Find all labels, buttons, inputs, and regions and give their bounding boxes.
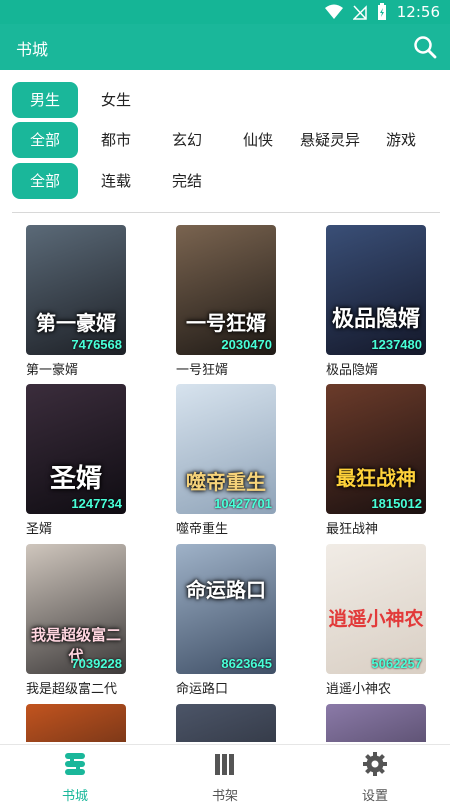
book-title: 最狂战神 [326, 522, 379, 537]
status-bar: 12:56 [0, 0, 450, 24]
book-card[interactable]: 命运路口 8623645 命运路口 [176, 544, 280, 697]
read-count: 2030470 [221, 337, 272, 352]
book-title: 我是超级富二代 [26, 682, 118, 697]
cover-title: 第一豪婿 [36, 311, 116, 335]
battery-charging-icon [377, 3, 386, 20]
filter-status-serial[interactable]: 连载 [101, 163, 131, 199]
book-cover[interactable]: 一号狂婿 2030470 [176, 225, 276, 355]
book-card[interactable]: 圣婿 1247734 圣婿 [26, 384, 130, 537]
book-title: 噬帝重生 [176, 522, 229, 537]
filter-category-game[interactable]: 游戏 [386, 122, 416, 158]
book-card[interactable]: 我是超级富二代 7039228 我是超级富二代 [26, 544, 130, 697]
status-filter-row: 全部 连载 完结 [0, 163, 450, 199]
filter-category-urban[interactable]: 都市 [101, 122, 131, 158]
book-cover[interactable]: 最狂战神 1815012 [326, 384, 426, 514]
book-title: 圣婿 [26, 522, 53, 537]
book-cover[interactable] [326, 704, 426, 742]
filter-category-fantasy[interactable]: 玄幻 [172, 122, 202, 158]
cover-title: 最狂战神 [336, 466, 416, 490]
nav-bookshelf[interactable]: 书架 [185, 751, 265, 804]
book-title: 逍遥小神农 [326, 682, 392, 697]
bookstore-icon [65, 753, 85, 775]
book-card[interactable]: 逍遥小神农 5062257 逍遥小神农 [326, 544, 430, 697]
filter-status-finished[interactable]: 完结 [172, 163, 202, 199]
book-card[interactable]: 最狂战神 1815012 最狂战神 [326, 384, 430, 537]
nav-label: 书城 [61, 789, 88, 804]
divider [12, 212, 440, 213]
book-title: 第一豪婿 [26, 363, 79, 378]
filter-category-all[interactable]: 全部 [12, 122, 78, 158]
book-title: 极品隐婿 [326, 363, 379, 378]
read-count: 7039228 [71, 656, 122, 671]
cover-title: 极品隐婿 [331, 306, 420, 332]
book-cover[interactable]: 第一豪婿 7476568 [26, 225, 126, 355]
wifi-icon [324, 4, 343, 19]
gear-icon [363, 752, 387, 776]
read-count: 5062257 [371, 656, 422, 671]
cover-title: 命运路口 [186, 578, 266, 602]
status-icons: 12:56 [324, 3, 440, 21]
filter-gender-female[interactable]: 女生 [101, 82, 131, 118]
book-grid: 第一豪婿 7476568 第一豪婿 一号狂婿 2030470 一号狂婿 极品隐婿… [0, 222, 450, 742]
filter-status-all[interactable]: 全部 [12, 163, 78, 199]
book-card[interactable] [176, 704, 280, 742]
book-cover[interactable]: 噬帝重生 10427701 [176, 384, 276, 514]
cover-title: 圣婿 [49, 464, 102, 494]
read-count: 1815012 [371, 496, 422, 511]
read-count: 1247734 [71, 496, 122, 511]
page-title: 书城 [16, 40, 49, 59]
book-card[interactable] [326, 704, 430, 742]
gender-filter-row: 男生 女生 [0, 82, 450, 118]
book-cover[interactable]: 我是超级富二代 7039228 [26, 544, 126, 674]
cover-title: 一号狂婿 [186, 311, 266, 335]
bookshelf-icon [215, 754, 234, 775]
cover-title: 噬帝重生 [186, 470, 266, 494]
filter-category-mystery[interactable]: 悬疑灵异 [300, 122, 360, 158]
book-card[interactable]: 噬帝重生 10427701 噬帝重生 [176, 384, 280, 537]
read-count: 10427701 [214, 496, 272, 511]
filter-gender-male[interactable]: 男生 [12, 82, 78, 118]
cover-title: 逍遥小神农 [328, 608, 424, 630]
book-title: 命运路口 [176, 682, 229, 697]
nav-label: 书架 [211, 789, 238, 804]
book-cover[interactable]: 命运路口 8623645 [176, 544, 276, 674]
book-cover[interactable]: 逍遥小神农 5062257 [326, 544, 426, 674]
read-count: 1237480 [371, 337, 422, 352]
read-count: 7476568 [71, 337, 122, 352]
nav-label: 设置 [361, 789, 388, 804]
book-card[interactable] [26, 704, 130, 742]
book-cover[interactable] [176, 704, 276, 742]
nav-settings[interactable]: 设置 [335, 751, 415, 804]
search-icon[interactable] [412, 34, 438, 60]
no-signal-icon [352, 5, 367, 20]
filter-category-xianxia[interactable]: 仙侠 [243, 122, 273, 158]
book-cover[interactable]: 圣婿 1247734 [26, 384, 126, 514]
app-bar: 书城 [0, 24, 450, 70]
book-cover[interactable]: 极品隐婿 1237480 [326, 225, 426, 355]
book-cover[interactable] [26, 704, 126, 742]
bottom-nav: 书城 书架 设置 [0, 744, 450, 804]
category-filter-row: 全部 都市 玄幻 仙侠 悬疑灵异 游戏 [0, 122, 450, 158]
book-card[interactable]: 一号狂婿 2030470 一号狂婿 [176, 225, 280, 378]
status-time: 12:56 [396, 3, 440, 21]
book-card[interactable]: 第一豪婿 7476568 第一豪婿 [26, 225, 130, 378]
read-count: 8623645 [221, 656, 272, 671]
nav-bookstore[interactable]: 书城 [35, 751, 115, 804]
book-title: 一号狂婿 [176, 363, 229, 378]
book-card[interactable]: 极品隐婿 1237480 极品隐婿 [326, 225, 430, 378]
